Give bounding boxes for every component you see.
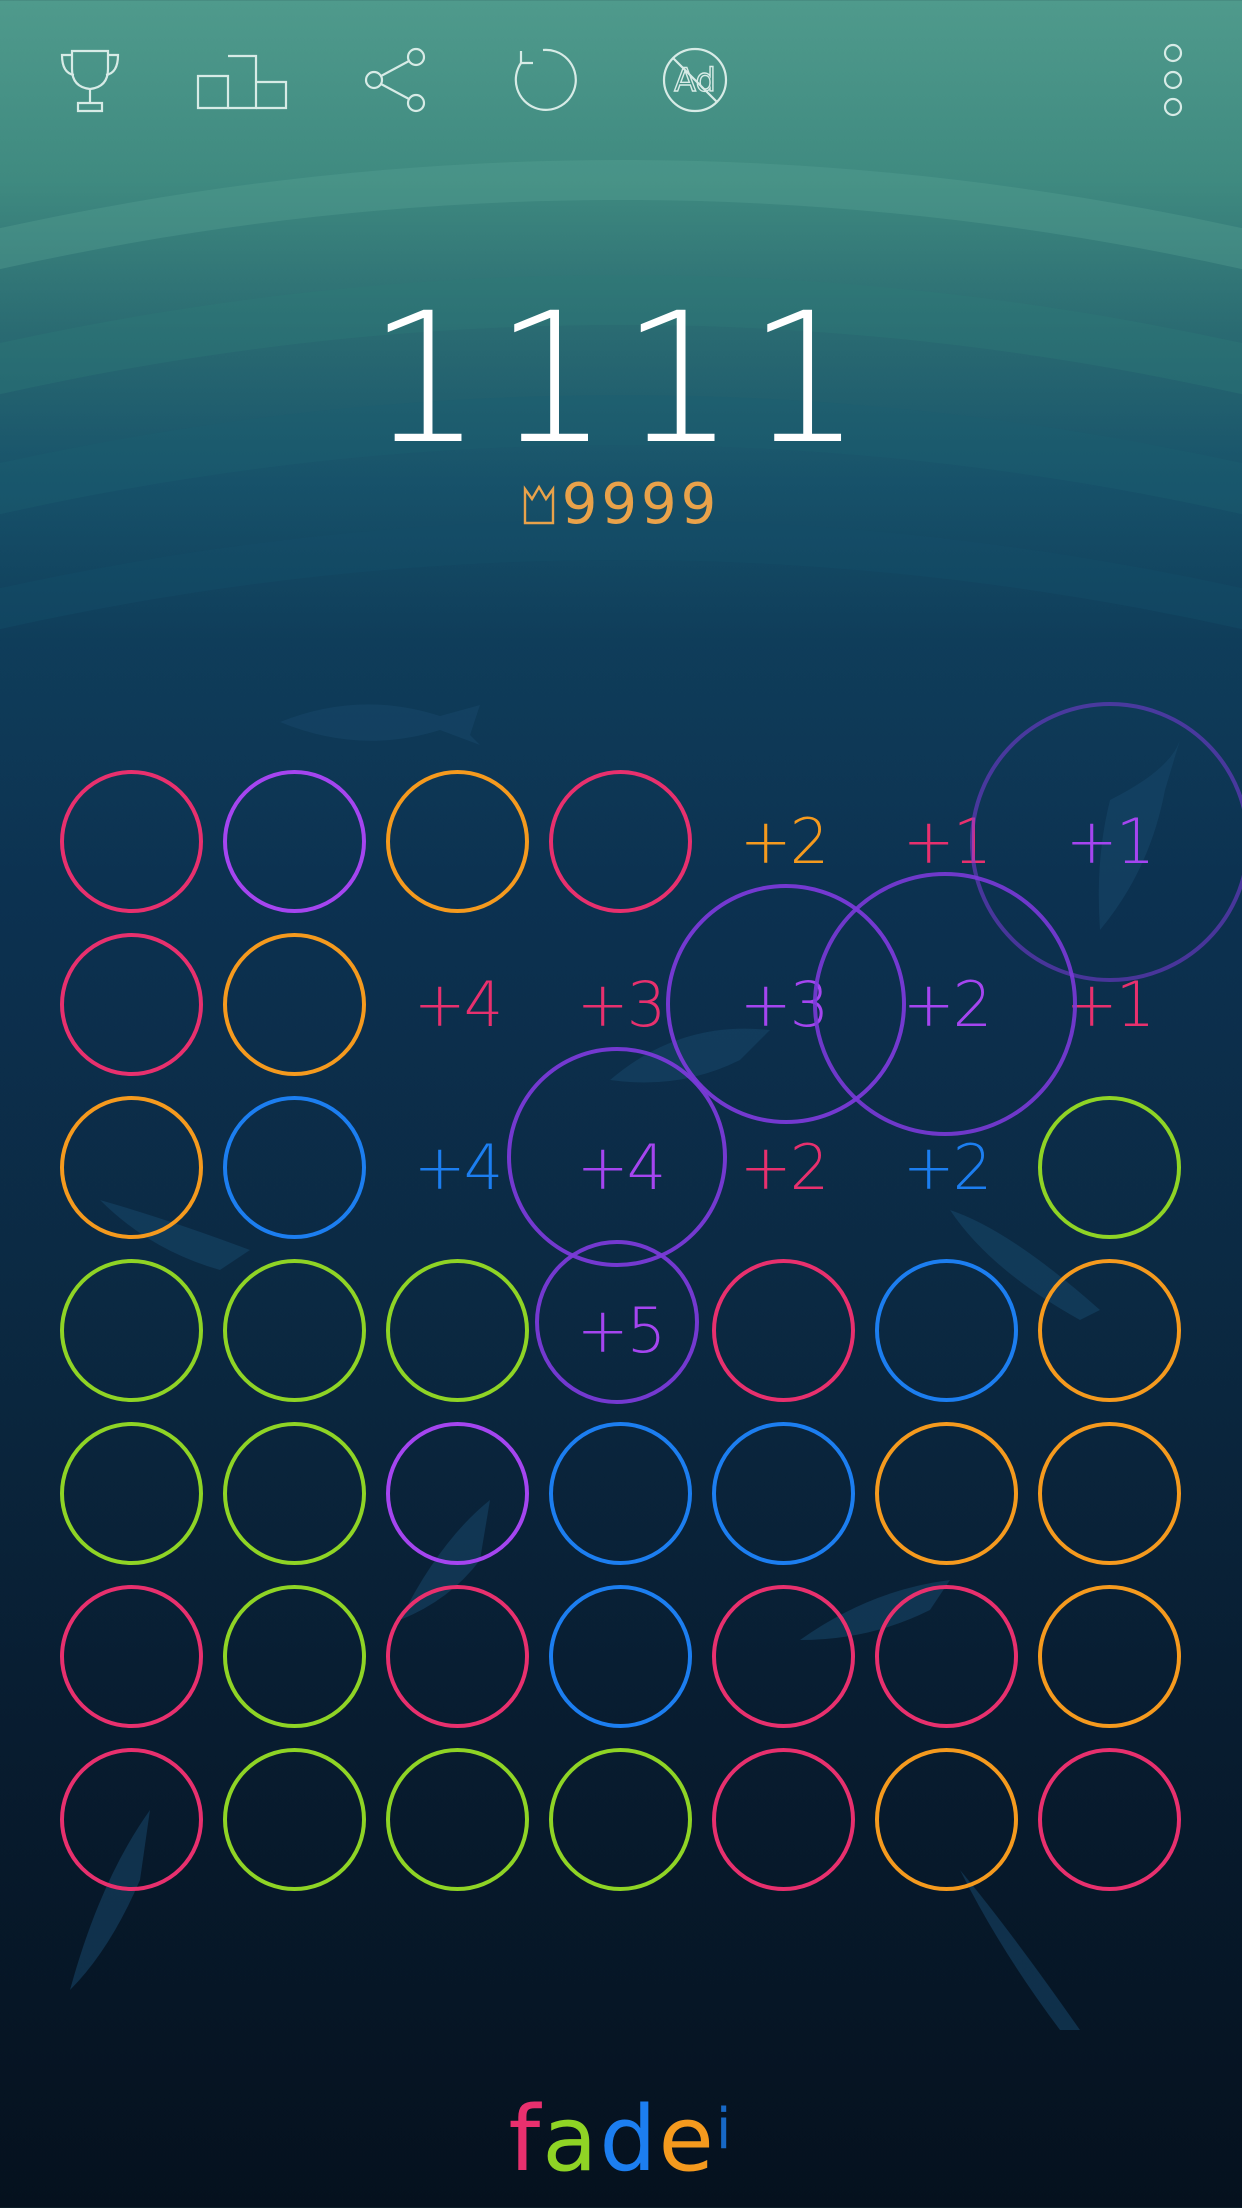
bonus-label: +3 xyxy=(576,968,666,1041)
circle-cell-orange[interactable] xyxy=(60,1096,203,1239)
circle-cell-pink[interactable] xyxy=(875,1585,1018,1728)
circle-cell-green[interactable] xyxy=(223,1422,366,1565)
circle-cell-orange[interactable] xyxy=(223,933,366,1076)
circle-cell-pink[interactable] xyxy=(712,1259,855,1402)
logo-letter: a xyxy=(542,2087,600,2192)
bonus-label: +1 xyxy=(902,805,992,878)
circle-cell-orange[interactable] xyxy=(875,1422,1018,1565)
circle-cell-pink[interactable] xyxy=(549,770,692,913)
fadei-logo: fadei xyxy=(0,2080,1242,2190)
bonus-label: +1 xyxy=(1065,968,1155,1041)
bonus-label: +2 xyxy=(739,805,829,878)
circle-cell-pink[interactable] xyxy=(712,1585,855,1728)
circle-cell-green[interactable] xyxy=(60,1422,203,1565)
circle-cell-green[interactable] xyxy=(549,1748,692,1891)
circle-cell-pink[interactable] xyxy=(1038,1748,1181,1891)
logo-letter: d xyxy=(599,2087,659,2192)
circle-cell-blue[interactable] xyxy=(223,1096,366,1239)
circle-cell-pink[interactable] xyxy=(60,933,203,1076)
bonus-label: +2 xyxy=(902,1131,992,1204)
logo-letter: e xyxy=(658,2087,716,2192)
circle-cell-purple[interactable] xyxy=(223,770,366,913)
bonus-label: +4 xyxy=(576,1131,666,1204)
game-board: +2 +1 +1 +4 +3 +3 +2 +1 +4 +4 +2 +2 +5 xyxy=(0,0,1242,2208)
circle-cell-green[interactable] xyxy=(386,1259,529,1402)
bonus-label: +2 xyxy=(739,1131,829,1204)
circle-cell-blue[interactable] xyxy=(712,1422,855,1565)
circle-cell-green[interactable] xyxy=(223,1259,366,1402)
logo-letter: f xyxy=(508,2087,543,2192)
circle-cell-orange[interactable] xyxy=(1038,1259,1181,1402)
circle-cell-blue[interactable] xyxy=(875,1259,1018,1402)
bonus-label: +4 xyxy=(413,968,503,1041)
bonus-label: +3 xyxy=(739,968,829,1041)
circle-cell-orange[interactable] xyxy=(1038,1585,1181,1728)
logo-letter: i xyxy=(715,2097,734,2162)
circle-cell-green[interactable] xyxy=(60,1259,203,1402)
circle-cell-pink[interactable] xyxy=(60,770,203,913)
circle-cell-pink[interactable] xyxy=(712,1748,855,1891)
circle-cell-green[interactable] xyxy=(223,1585,366,1728)
circle-cell-green[interactable] xyxy=(223,1748,366,1891)
circle-cell-pink[interactable] xyxy=(60,1748,203,1891)
circle-cell-blue[interactable] xyxy=(549,1422,692,1565)
circle-cell-green[interactable] xyxy=(1038,1096,1181,1239)
circle-cell-pink[interactable] xyxy=(60,1585,203,1728)
circle-cell-purple[interactable] xyxy=(386,1422,529,1565)
bonus-label: +2 xyxy=(902,968,992,1041)
circle-cell-orange[interactable] xyxy=(386,770,529,913)
bonus-label: +1 xyxy=(1065,805,1155,878)
circle-cell-green[interactable] xyxy=(386,1748,529,1891)
bonus-label: +4 xyxy=(413,1131,503,1204)
bonus-label: +5 xyxy=(576,1294,666,1367)
circle-cell-orange[interactable] xyxy=(875,1748,1018,1891)
circle-cell-orange[interactable] xyxy=(1038,1422,1181,1565)
circle-cell-pink[interactable] xyxy=(386,1585,529,1728)
circle-cell-blue[interactable] xyxy=(549,1585,692,1728)
